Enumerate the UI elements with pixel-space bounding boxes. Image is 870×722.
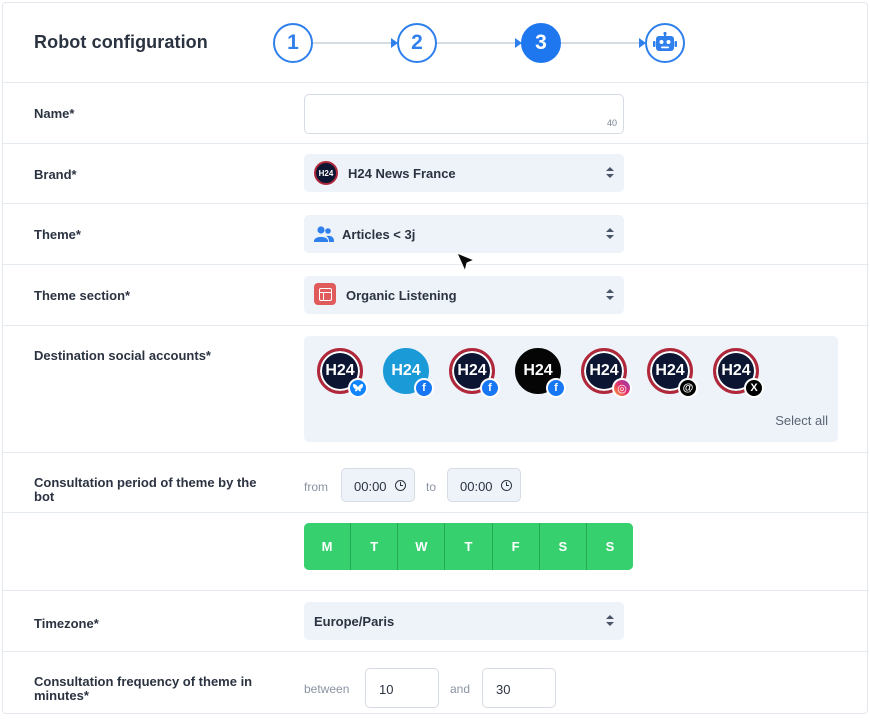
social-account[interactable]: H24 f	[383, 348, 434, 398]
robot-icon	[653, 32, 677, 51]
instagram-icon: ◎	[612, 378, 632, 398]
select-all-link[interactable]: Select all	[775, 413, 828, 428]
step-connector	[313, 42, 395, 44]
step-3[interactable]: 3	[521, 23, 561, 63]
from-time-value: 00:00	[354, 479, 387, 494]
between-label: between	[304, 682, 350, 696]
destinations-label: Destination social accounts*	[34, 348, 211, 363]
day-toggle-friday[interactable]: F	[492, 523, 540, 570]
day-toggle-monday[interactable]: M	[304, 523, 352, 570]
timezone-select-value: Europe/Paris	[314, 614, 395, 629]
theme-section-select[interactable]: Organic Listening	[304, 276, 624, 314]
layout-icon	[314, 283, 336, 305]
social-account[interactable]: H24 X	[713, 348, 764, 398]
theme-section-label: Theme section*	[34, 288, 131, 303]
to-time-input[interactable]: 00:00	[447, 468, 521, 502]
timezone-label: Timezone*	[34, 616, 99, 631]
step-1[interactable]: 1	[273, 23, 313, 63]
frequency-label: Consultation frequency of theme in minut…	[34, 674, 253, 703]
theme-row: Theme* Articles < 3j	[3, 204, 869, 265]
brand-row: Brand* H24 H24 News France	[3, 144, 869, 204]
weekday-selector: M T W T F S S	[304, 523, 633, 570]
frequency-row: Consultation frequency of theme in minut…	[3, 652, 869, 722]
theme-section-select-value: Organic Listening	[346, 288, 457, 303]
social-account[interactable]: H24	[317, 348, 368, 398]
day-toggle-wednesday[interactable]: W	[398, 523, 446, 570]
day-toggle-tuesday[interactable]: T	[351, 523, 399, 570]
social-account[interactable]: H24 ◎	[581, 348, 632, 398]
theme-select-value: Articles < 3j	[342, 227, 416, 242]
clock-icon	[501, 480, 512, 491]
social-account[interactable]: H24 f	[515, 348, 566, 398]
brand-logo-icon: H24	[314, 161, 338, 185]
day-toggle-sunday[interactable]: S	[586, 523, 633, 570]
brand-label: Brand*	[34, 167, 77, 182]
mouse-cursor-icon	[456, 252, 476, 273]
step-2[interactable]: 2	[397, 23, 437, 63]
day-toggle-thursday[interactable]: T	[445, 523, 493, 570]
from-time-input[interactable]: 00:00	[341, 468, 415, 502]
x-icon: X	[744, 378, 764, 398]
social-account[interactable]: H24 f	[449, 348, 500, 398]
facebook-icon: f	[480, 378, 500, 398]
name-char-counter: 40	[606, 118, 617, 128]
social-accounts-panel: H24 H24 f H24 f H24 f H24 ◎ H24 @ H24 X …	[304, 336, 838, 442]
theme-label: Theme*	[34, 227, 81, 242]
name-label: Name*	[34, 106, 75, 121]
facebook-icon: f	[546, 378, 566, 398]
name-input[interactable]: 40	[304, 94, 624, 134]
select-caret-icon	[606, 228, 614, 240]
select-caret-icon	[606, 615, 614, 627]
frequency-max-value: 30	[496, 682, 511, 697]
frequency-max-input[interactable]: 30	[482, 668, 556, 708]
to-time-value: 00:00	[460, 479, 493, 494]
brand-select-value: H24 News France	[348, 166, 456, 181]
days-row: M T W T F S S	[3, 513, 869, 591]
header: Robot configuration 1 2 3	[3, 3, 869, 83]
destinations-row: Destination social accounts* H24 H24 f H…	[3, 326, 869, 453]
frequency-min-value: 10	[379, 682, 394, 697]
name-row: Name* 40	[3, 83, 869, 144]
page-title: Robot configuration	[34, 32, 208, 52]
brand-select[interactable]: H24 H24 News France	[304, 154, 624, 192]
clock-icon	[395, 480, 406, 491]
consultation-period-label: Consultation period of theme by the bot	[34, 475, 257, 504]
theme-select[interactable]: Articles < 3j	[304, 215, 624, 253]
facebook-icon: f	[414, 378, 434, 398]
consultation-period-row: Consultation period of theme by the bot …	[3, 453, 869, 513]
frequency-min-input[interactable]: 10	[365, 668, 439, 708]
select-caret-icon	[606, 167, 614, 179]
timezone-select[interactable]: Europe/Paris	[304, 602, 624, 640]
bluesky-icon	[348, 378, 368, 398]
day-toggle-saturday[interactable]: S	[539, 523, 587, 570]
step-connector	[437, 42, 519, 44]
timezone-row: Timezone* Europe/Paris	[3, 591, 869, 652]
from-label: from	[304, 480, 328, 494]
social-account[interactable]: H24 @	[647, 348, 698, 398]
step-robot[interactable]	[645, 23, 685, 63]
theme-section-row: Theme section* Organic Listening	[3, 265, 869, 326]
robot-config-panel: Robot configuration 1 2 3 Name* 40 Brand…	[2, 2, 869, 714]
select-caret-icon	[606, 289, 614, 301]
and-label: and	[450, 682, 471, 696]
users-icon	[314, 226, 334, 242]
threads-icon: @	[678, 378, 698, 398]
step-connector	[561, 42, 643, 44]
to-label: to	[426, 480, 437, 494]
